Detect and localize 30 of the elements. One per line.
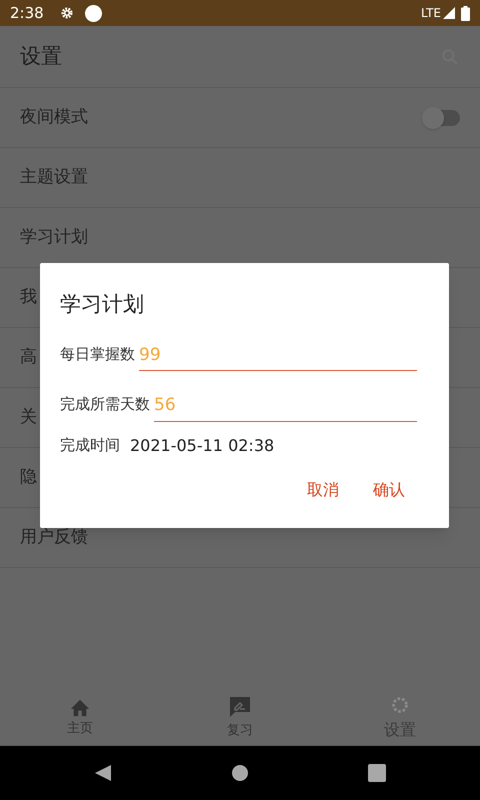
chat-edit-icon: [228, 694, 252, 719]
app-bar-title: 设置: [20, 42, 62, 70]
settings-row[interactable]: 主题设置: [0, 148, 480, 208]
finish-time-label: 完成时间: [60, 435, 120, 456]
settings-label: 隐: [20, 466, 37, 489]
dialog-button[interactable]: 确认: [361, 472, 417, 508]
input-field[interactable]: 56: [154, 393, 417, 422]
settings-row[interactable]: 夜间模式: [0, 88, 480, 148]
battery-icon: [461, 6, 470, 20]
dialog-title: 学习计划: [60, 291, 145, 318]
home-button-icon[interactable]: [232, 765, 248, 781]
status-time: 2:38: [10, 2, 44, 24]
settings-label: 夜间模式: [20, 106, 88, 129]
gear-icon: [60, 6, 74, 20]
settings-label: 主题设置: [20, 166, 88, 189]
settings-label: 高: [20, 346, 37, 369]
field-label: 每日掌握数: [60, 344, 135, 364]
finish-time-value: 2021-05-11 02:38: [130, 434, 274, 456]
input-field[interactable]: 99: [139, 342, 417, 371]
signal-icon: [443, 7, 455, 19]
night-mode-switch[interactable]: [424, 110, 460, 126]
settings-label: 我: [20, 286, 37, 309]
settings-label: 学习计划: [20, 226, 88, 249]
dialog-button[interactable]: 取消: [295, 472, 351, 508]
recents-icon[interactable]: [368, 764, 386, 782]
back-icon[interactable]: [94, 764, 112, 782]
network-type: LTE: [421, 5, 441, 22]
settings-label: 用户反馈: [20, 526, 88, 549]
field-label: 完成所需天数: [60, 394, 150, 415]
settings-label: 关: [20, 406, 37, 429]
